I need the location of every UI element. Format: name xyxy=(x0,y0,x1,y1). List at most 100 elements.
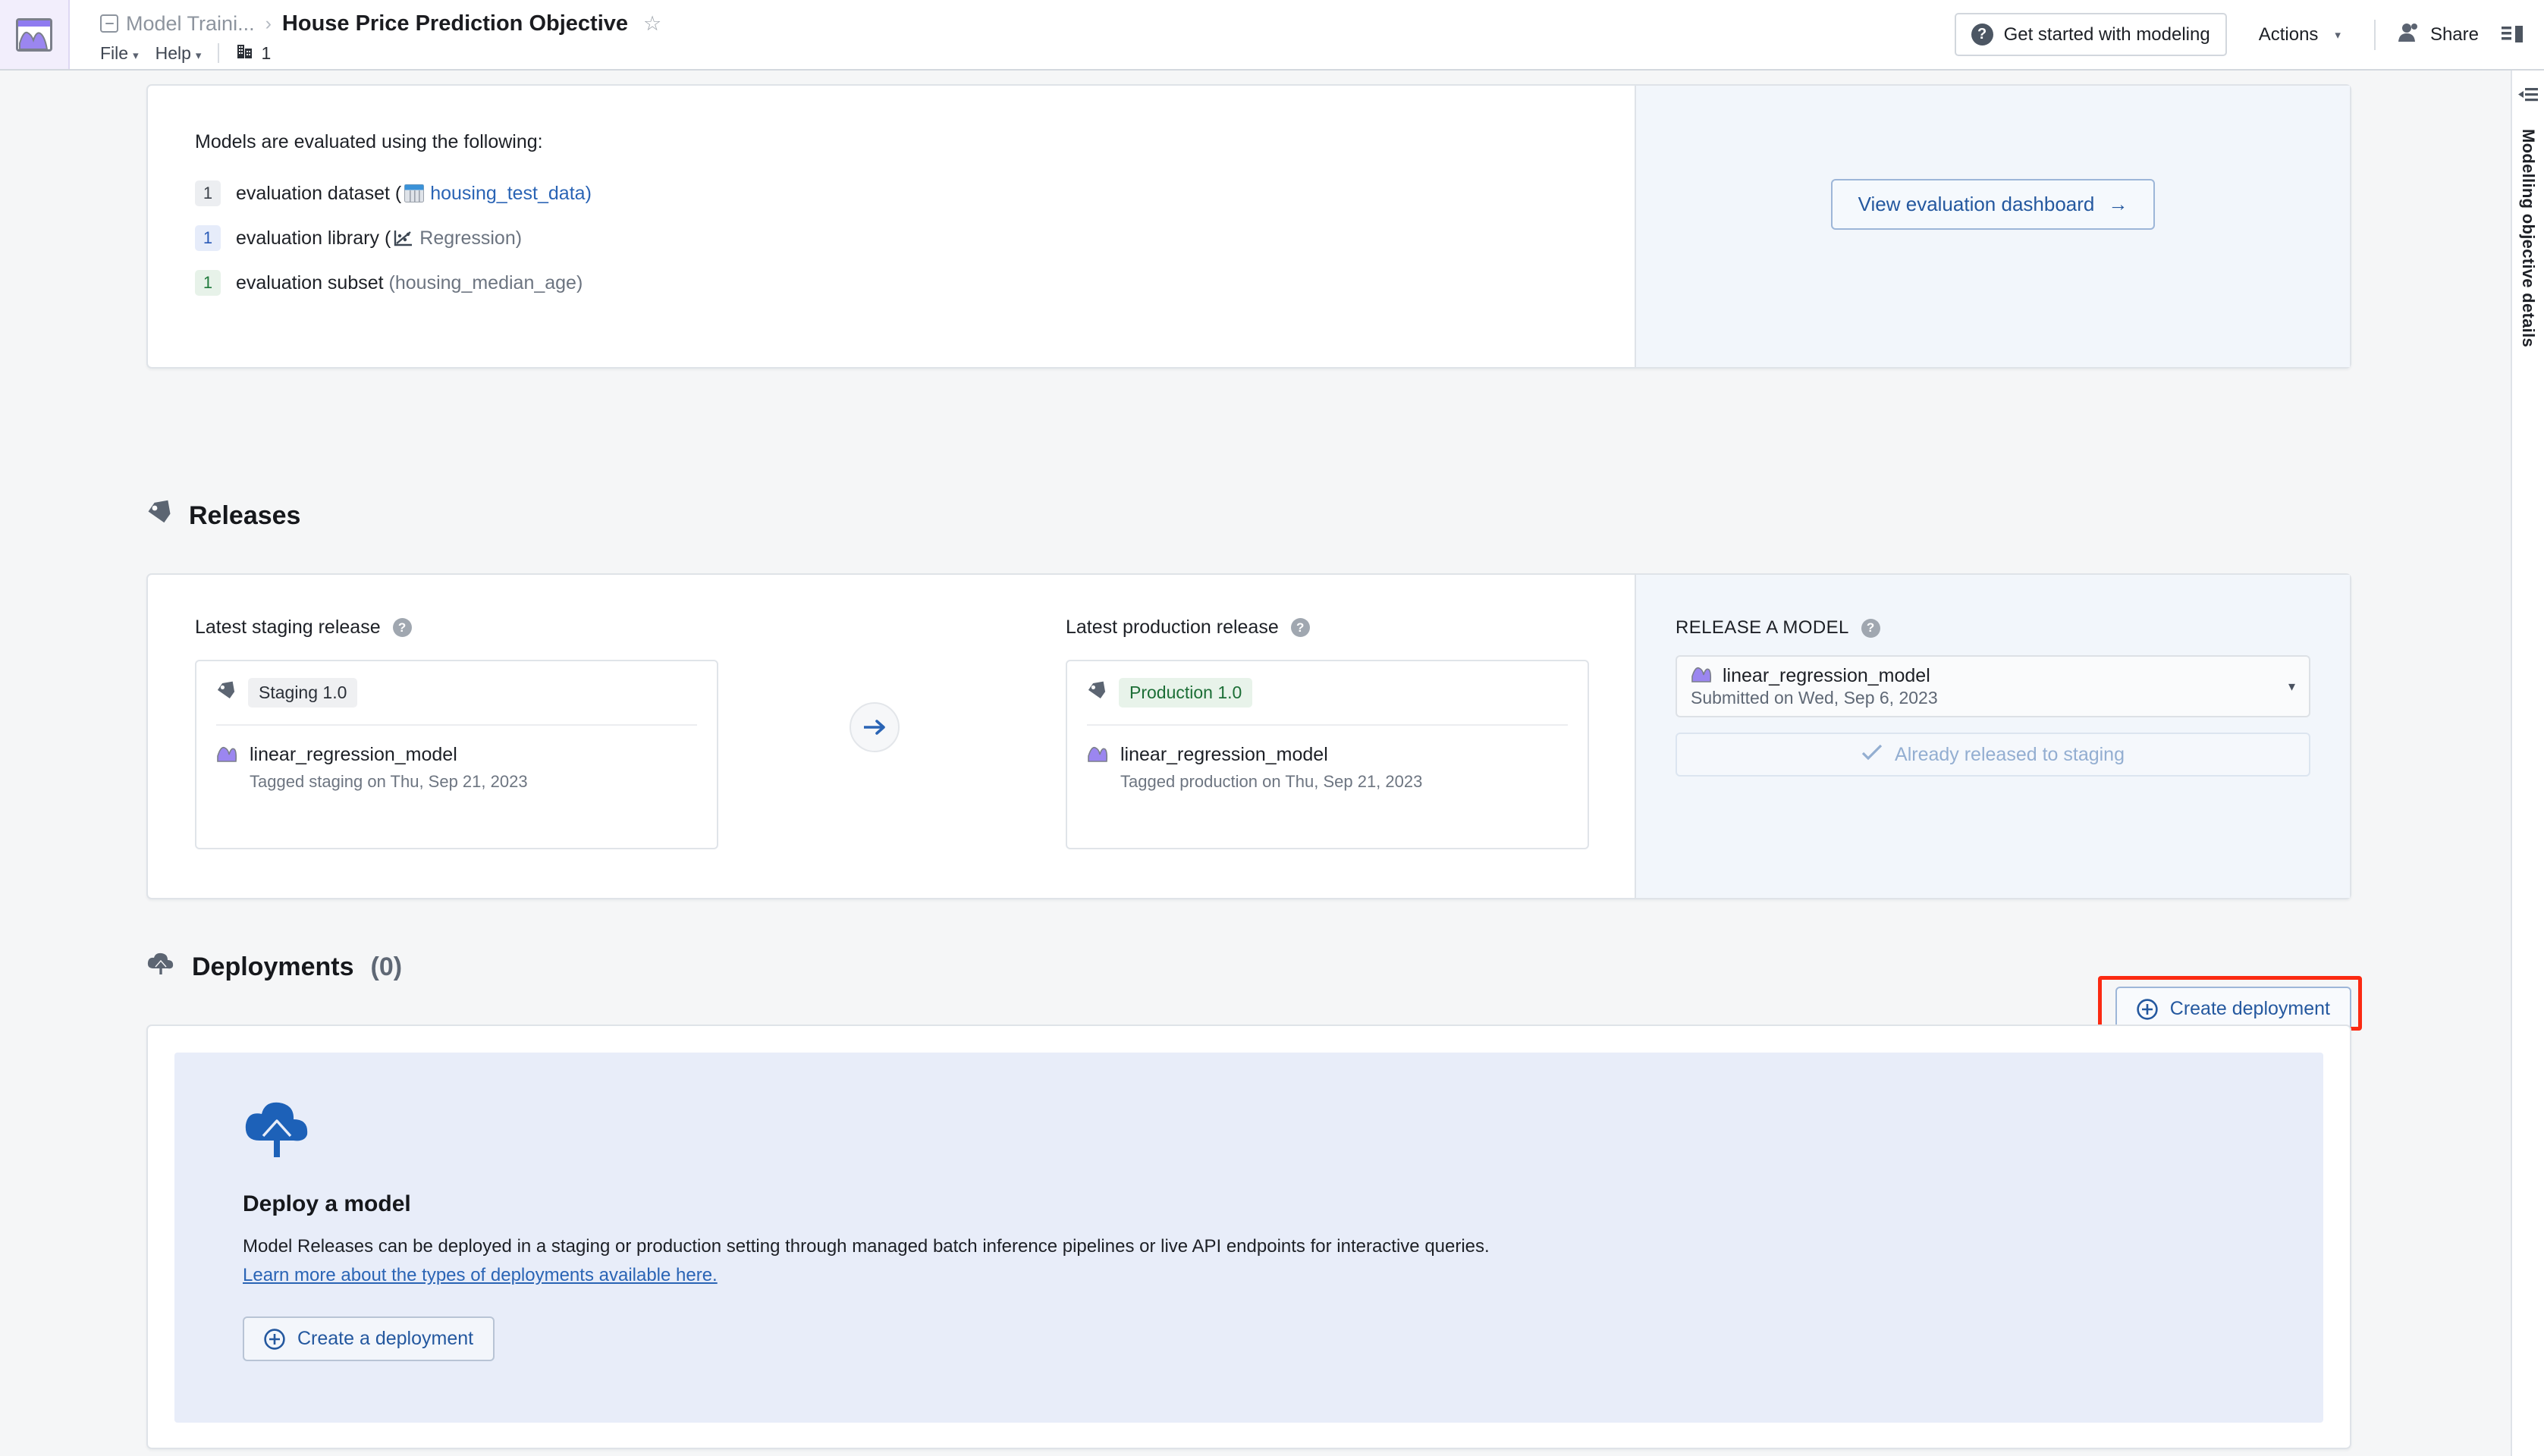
chart-app-icon xyxy=(16,17,52,52)
divider xyxy=(2373,19,2376,50)
open-paren: ( xyxy=(394,182,402,204)
question-circle-icon: ? xyxy=(1971,24,1993,46)
releases-title: Releases xyxy=(189,501,301,530)
view-evaluation-dashboard-button[interactable]: View evaluation dashboard → xyxy=(1830,179,2156,230)
production-model-row: linear_regression_model Tagged productio… xyxy=(1087,744,1568,792)
right-rail: Modelling objective details xyxy=(2511,71,2544,1456)
production-column-label: Latest production release xyxy=(1066,617,1279,638)
menu-file-label: File xyxy=(100,42,129,63)
actions-dropdown-button[interactable]: Actions ▾ xyxy=(2247,17,2353,53)
release-a-model-label: RELEASE A MODEL xyxy=(1676,617,1849,638)
evaluation-row-dataset: 1 evaluation dataset ( housing_test_data… xyxy=(195,180,1635,206)
right-rail-label: Modelling objective details xyxy=(2519,129,2538,348)
question-circle-icon[interactable]: ? xyxy=(392,618,412,637)
deployments-count: (0) xyxy=(370,952,403,981)
close-paren: ) xyxy=(576,271,583,293)
tag-icon xyxy=(216,681,236,704)
production-release-box[interactable]: Production 1.0 linear_regression_model T… xyxy=(1066,660,1589,849)
production-model-sub: Tagged production on Thu, Sep 21, 2023 xyxy=(1120,772,1423,791)
evaluation-dataset-link[interactable]: housing_test_data xyxy=(430,183,585,205)
model-icon xyxy=(216,744,237,792)
collapse-panel-icon[interactable] xyxy=(2517,87,2539,111)
branch-count: 1 xyxy=(261,42,272,63)
open-paren: ( xyxy=(384,227,391,249)
evaluation-row-label: evaluation dataset xyxy=(236,182,390,204)
open-paren: ( xyxy=(388,271,395,293)
top-bar: Model Traini... › House Price Prediction… xyxy=(0,0,2544,71)
evaluation-row-subset: 1 evaluation subset ( housing_median_age… xyxy=(195,270,1635,296)
model-icon xyxy=(1087,744,1108,792)
evaluation-heading: Models are evaluated using the following… xyxy=(195,131,543,152)
deployment-types-learn-more-link[interactable]: Learn more about the types of deployment… xyxy=(243,1265,718,1286)
menu-file[interactable]: File ▾ xyxy=(100,43,139,64)
tag-icon xyxy=(1087,681,1107,704)
evaluation-library-value: Regression xyxy=(419,227,516,249)
staging-model-sub: Tagged staging on Thu, Sep 21, 2023 xyxy=(250,772,528,791)
menu-divider xyxy=(218,43,220,63)
deployments-section-header: Deployments (0) xyxy=(146,952,402,983)
staging-model-name[interactable]: linear_regression_model xyxy=(250,744,457,765)
deploy-a-model-empty-state: Deploy a model Model Releases can be dep… xyxy=(174,1053,2323,1423)
create-a-deployment-label: Create a deployment xyxy=(297,1328,474,1349)
person-icon xyxy=(2397,21,2420,48)
releases-card: Latest staging release ? Staging 1.0 lin… xyxy=(146,573,2351,899)
main-content: Models are evaluated using the following… xyxy=(0,71,2509,1456)
share-label: Share xyxy=(2429,24,2479,45)
menu-help[interactable]: Help ▾ xyxy=(155,43,202,64)
evaluation-row-label: evaluation library xyxy=(236,227,379,249)
deploy-a-model-title: Deploy a model xyxy=(243,1191,411,1216)
breadcrumb-parent-link[interactable]: Model Traini... xyxy=(126,12,255,36)
notebook-icon xyxy=(100,14,118,33)
production-column-label-row: Latest production release ? xyxy=(1066,617,1589,639)
model-icon xyxy=(1691,664,1712,688)
layout-panel-icon[interactable] xyxy=(2502,24,2524,46)
app-home-button[interactable] xyxy=(0,0,70,69)
chevron-down-icon: ▾ xyxy=(2288,678,2295,694)
tag-icon xyxy=(146,500,172,532)
evaluation-dashboard-panel: View evaluation dashboard → xyxy=(1635,86,2350,367)
releases-section-header: Releases xyxy=(146,500,300,532)
close-paren: ) xyxy=(585,182,592,204)
close-paren: ) xyxy=(515,227,523,249)
view-evaluation-dashboard-label: View evaluation dashboard xyxy=(1858,193,2095,215)
evaluation-summary: Models are evaluated using the following… xyxy=(148,86,1635,367)
cloud-upload-icon xyxy=(146,952,175,983)
staging-version-badge: Staging 1.0 xyxy=(248,678,358,708)
plus-circle-icon xyxy=(2137,998,2158,1020)
star-outline-icon[interactable]: ☆ xyxy=(643,12,661,36)
staging-model-row: linear_regression_model Tagged staging o… xyxy=(216,744,697,792)
production-model-name[interactable]: linear_regression_model xyxy=(1120,744,1328,765)
create-a-deployment-button[interactable]: Create a deployment xyxy=(243,1316,495,1361)
staging-tag-row: Staging 1.0 xyxy=(216,678,697,726)
production-version-badge: Production 1.0 xyxy=(1119,678,1253,708)
branch-icon[interactable] xyxy=(236,42,254,64)
question-circle-icon[interactable]: ? xyxy=(1861,618,1880,638)
arrow-right-icon xyxy=(864,720,885,735)
top-bar-actions: ? Get started with modeling Actions ▾ Sh… xyxy=(1954,0,2544,69)
menu-help-label: Help xyxy=(155,42,191,63)
selected-model-sub: Submitted on Wed, Sep 6, 2023 xyxy=(1691,688,1938,708)
selected-model-name: linear_regression_model xyxy=(1723,665,1930,686)
release-a-model-label-row: RELEASE A MODEL ? xyxy=(1676,617,2310,639)
table-dataset-icon xyxy=(404,184,425,202)
page-title: House Price Prediction Objective xyxy=(281,11,629,36)
already-released-label: Already released to staging xyxy=(1895,743,2125,765)
check-icon xyxy=(1861,744,1883,766)
arrow-right-icon: → xyxy=(2108,193,2128,215)
count-badge: 1 xyxy=(195,270,221,296)
share-button[interactable]: Share xyxy=(2397,21,2479,48)
create-deployment-label: Create deployment xyxy=(2169,998,2330,1019)
deployments-card: Deploy a model Model Releases can be dep… xyxy=(146,1025,2351,1449)
get-started-label: Get started with modeling xyxy=(2003,24,2210,45)
evaluation-card: Models are evaluated using the following… xyxy=(146,84,2351,369)
count-badge: 1 xyxy=(195,225,221,251)
already-released-to-staging-button: Already released to staging xyxy=(1676,733,2310,777)
model-select-dropdown[interactable]: linear_regression_model Submitted on Wed… xyxy=(1676,655,2310,717)
evaluation-row-library: 1 evaluation library ( Regression ) xyxy=(195,225,1635,251)
breadcrumb: Model Traini... › House Price Prediction… xyxy=(100,11,1955,36)
get-started-with-modeling-button[interactable]: ? Get started with modeling xyxy=(1954,13,2227,56)
staging-release-box[interactable]: Staging 1.0 linear_regression_model Tagg… xyxy=(195,660,718,849)
chevron-down-icon: ▾ xyxy=(2335,28,2341,42)
scatter-regression-icon xyxy=(394,229,413,247)
question-circle-icon[interactable]: ? xyxy=(1290,618,1310,637)
